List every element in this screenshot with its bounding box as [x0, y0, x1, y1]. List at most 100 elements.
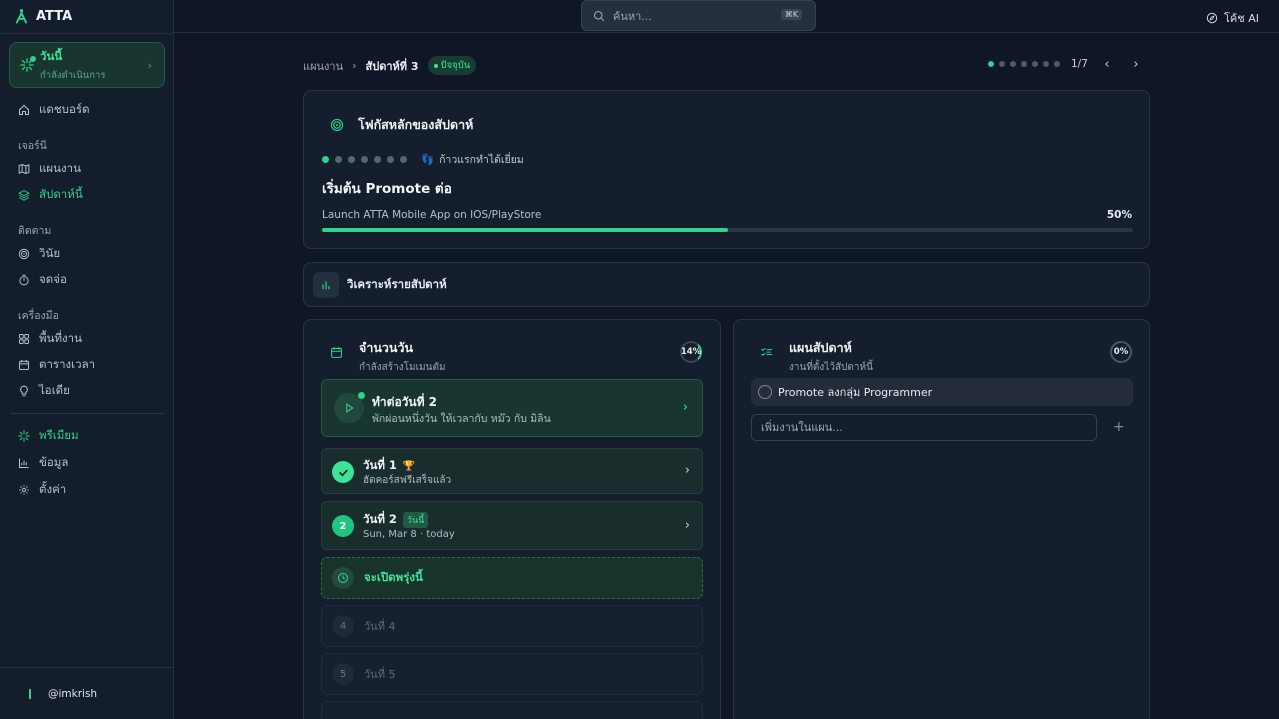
gear-icon [19, 485, 29, 495]
days-header: จำนวนวัน กำลังสร้างโมเมนตัม [330, 338, 446, 375]
sidebar-item-workspace[interactable]: พื้นที่งาน [18, 331, 82, 347]
step-dot [335, 156, 342, 163]
today-card[interactable]: วันนี้ กำลังดำเนินการ › [9, 42, 165, 88]
pager-dot[interactable] [1032, 61, 1038, 67]
sidebar-item-schedule[interactable]: ตารางเวลา [18, 357, 95, 373]
focus-heading: โฟกัสหลักของสัปดาห์ [330, 115, 473, 135]
divider [0, 33, 174, 34]
sidebar-item-focus[interactable]: จดจ่อ [18, 272, 67, 288]
plan-item-label: Promote ลงกลุ่ม Programmer [778, 386, 933, 399]
step-dot [387, 156, 394, 163]
goal-progress-bar [322, 228, 1133, 232]
step-label-text: ก้าวแรกทำได้เยี่ยม [439, 154, 524, 166]
pager-dot[interactable] [988, 61, 994, 67]
day-2-title-text: วันที่ 2 [363, 512, 397, 526]
step-dot [322, 156, 329, 163]
chevron-right-icon: › [682, 400, 688, 415]
plan-progress-label: 0% [1113, 347, 1129, 357]
continue-day-card[interactable]: ทำต่อวันที่ 2 พักผ่อนหนึ่งวัน ให้เวลากับ… [321, 379, 703, 437]
step-indicator: 👣 ก้าวแรกทำได้เยี่ยม [322, 151, 524, 168]
grid-icon [19, 334, 29, 344]
checklist-icon [761, 347, 773, 357]
weekly-analysis-button[interactable]: วิเคราะห์รายสัปดาห์ [303, 262, 1150, 307]
day-4-card: 4 วันที่ 4 [321, 605, 703, 647]
current-badge-label: ปัจจุบัน [440, 60, 471, 71]
search-input[interactable]: ค้นหา... ⌘K [581, 0, 816, 31]
today-title: วันนี้ [40, 48, 63, 63]
add-plan-input[interactable] [751, 414, 1097, 441]
pager-dot[interactable] [1054, 61, 1060, 67]
ai-coach-label: โค้ช AI [1224, 12, 1259, 25]
ai-coach-button[interactable]: โค้ช AI [1206, 9, 1259, 27]
day-2-number: 2 [332, 515, 354, 537]
week-plan-card: แผนสัปดาห์ งานที่ตั้งไว้สัปดาห์นี้ 0% Pr… [733, 319, 1150, 719]
target-icon [330, 118, 344, 132]
plan-item[interactable]: Promote ลงกลุ่ม Programmer [751, 378, 1133, 406]
add-plan-button[interactable]: + [1113, 419, 1125, 435]
next-week-button[interactable]: › [1129, 57, 1143, 72]
breadcrumb-current: สัปดาห์ที่ 3 [365, 59, 419, 73]
sidebar-item-label: วินัย [39, 246, 61, 260]
day-1-card[interactable]: วันที่ 1 🏆 ฮัดคอร์สฟรีเสร็จแล้ว › [321, 448, 703, 494]
day-4-label: วันที่ 4 [364, 620, 396, 633]
search-icon [593, 10, 605, 21]
plan-progress-ring: 0% [1110, 341, 1132, 363]
user-indicator [29, 689, 31, 699]
user-profile[interactable]: @imkrish [29, 688, 97, 700]
breadcrumb: แผนงาน › สัปดาห์ที่ 3 ปัจจุบัน [303, 56, 477, 75]
sidebar-item-ideas[interactable]: ไอเดีย [18, 383, 70, 399]
section-title-tracking: ติดตาม [18, 225, 52, 237]
divider [10, 413, 165, 414]
app-name: ATTA [36, 8, 73, 24]
target-icon [18, 248, 30, 260]
sidebar-item-dashboard[interactable]: แดชบอร์ด [18, 102, 90, 118]
checkbox-circle[interactable] [758, 385, 772, 399]
divider [0, 667, 174, 668]
chevron-right-icon: › [684, 463, 690, 478]
trophy-icon: 🏆 [402, 460, 416, 472]
analysis-icon-box [313, 271, 339, 298]
step-dot [348, 156, 355, 163]
pager-dot[interactable] [1021, 61, 1027, 67]
pager-dot[interactable] [1010, 61, 1016, 67]
pager-dot[interactable] [1043, 61, 1049, 67]
sidebar: ATTA วันนี้ กำลังดำเนินการ › แดชบอร์ด เจ… [0, 0, 174, 719]
app-logo[interactable]: ATTA [14, 7, 72, 25]
goal-progress-label: 50% [1106, 209, 1132, 221]
today-tag: วันนี้ [402, 512, 429, 528]
step-dot [361, 156, 368, 163]
bar-chart-icon [18, 458, 29, 469]
pager-dot[interactable] [999, 61, 1005, 67]
sidebar-item-premium[interactable]: พรีเมียม [18, 428, 79, 444]
compass-icon [1206, 12, 1218, 24]
sidebar-item-discipline[interactable]: วินัย [18, 246, 60, 262]
check-icon [332, 461, 354, 483]
section-title-journey: เจอร์นี [18, 140, 47, 152]
sidebar-item-this-week[interactable]: สัปดาห์นี้ [18, 187, 83, 203]
sidebar-item-label: ข้อมูล [39, 455, 69, 469]
sidebar-item-label: พื้นที่งาน [39, 331, 82, 345]
sidebar-item-label: จดจ่อ [39, 272, 67, 286]
sidebar-item-settings[interactable]: ตั้งค่า [18, 482, 66, 498]
map-icon [18, 163, 30, 175]
day-1-subtitle: ฮัดคอร์สฟรีเสร็จแล้ว [363, 475, 452, 486]
username: @imkrish [48, 688, 98, 700]
sidebar-item-label: พรีเมียม [39, 428, 79, 442]
footprints-icon: 👣 [421, 154, 435, 166]
sidebar-item-data[interactable]: ข้อมูล [18, 455, 68, 471]
goal-text: Launch ATTA Mobile App on IOS/PlayStore [322, 209, 542, 221]
day-2-subtitle: Sun, Mar 8 · today [363, 529, 455, 540]
home-icon [18, 104, 30, 116]
step-dot [400, 156, 407, 163]
step-label: 👣 ก้าวแรกทำได้เยี่ยม [421, 151, 524, 168]
plan-title: แผนสัปดาห์ [789, 340, 852, 355]
chevron-left-icon: ‹ [1104, 56, 1110, 72]
prev-week-button[interactable]: ‹ [1100, 56, 1114, 72]
analysis-label: วิเคราะห์รายสัปดาห์ [347, 276, 447, 291]
play-icon [334, 392, 365, 423]
sidebar-item-plan[interactable]: แผนงาน [18, 161, 81, 177]
day-2-card[interactable]: 2 วันที่ 2 วันนี้ Sun, Mar 8 · today › [321, 501, 703, 550]
today-subtitle: กำลังดำเนินการ [40, 69, 106, 81]
sidebar-item-label: สัปดาห์นี้ [39, 187, 83, 201]
breadcrumb-root[interactable]: แผนงาน [303, 57, 343, 75]
